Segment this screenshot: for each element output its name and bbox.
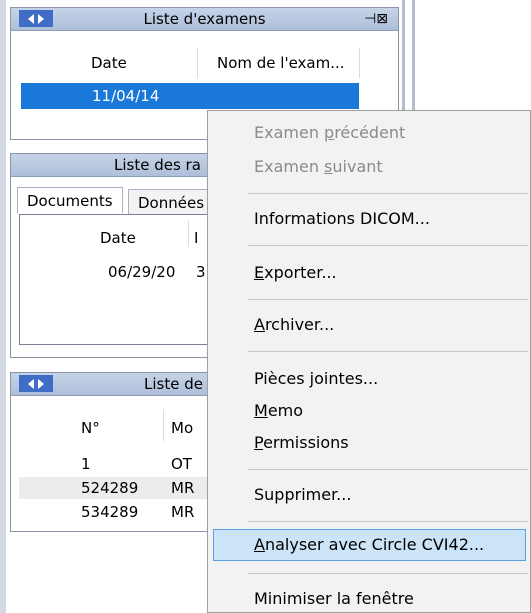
report-row-date[interactable]: 06/29/20: [108, 263, 175, 281]
menu-item-label: nalyser avec Circle CVI42...: [264, 535, 485, 554]
exam-list-title: Liste d'examens: [143, 10, 266, 28]
pin-icon[interactable]: ⊣⊠: [364, 8, 388, 30]
menu-item-next-exam[interactable]: Examen suivant: [254, 157, 383, 176]
menu-item-previous-exam[interactable]: Examen précédent: [254, 123, 405, 142]
menu-item-label: xporter...: [264, 263, 337, 282]
menu-item-minimize-window[interactable]: Minimiser la fenêtre: [254, 589, 414, 608]
menu-item-label: récédent: [334, 123, 406, 142]
col-header-date[interactable]: Date: [100, 229, 136, 247]
menu-item-memo[interactable]: Memo: [254, 401, 303, 420]
col-separator: [188, 221, 189, 247]
col-separator: [163, 409, 164, 441]
menu-item-archive[interactable]: Archiver...: [254, 315, 334, 334]
reports-panel: Liste des ra Documents Données Date I 06…: [10, 153, 221, 358]
menu-item-label: rchiver...: [264, 315, 335, 334]
col-header-modality[interactable]: Mo: [171, 419, 193, 437]
menu-separator: [248, 351, 528, 352]
menu-item-label: emo: [267, 401, 304, 420]
col-header-partial[interactable]: I: [194, 229, 198, 247]
frame-edge-left: [0, 0, 6, 613]
menu-item-attachments[interactable]: Pièces jointes...: [254, 369, 378, 388]
nav-arrows[interactable]: [19, 10, 53, 27]
frame-edge-right-2: [412, 0, 415, 110]
table-row[interactable]: 1 OT: [19, 453, 219, 475]
col-separator: [197, 48, 198, 78]
reports-list: Date I 06/29/20 3: [19, 214, 217, 345]
context-menu: Examen précédent Examen suivant Informat…: [207, 110, 531, 613]
series-modality: MR: [171, 503, 195, 521]
series-titlebar: Liste de: [11, 373, 219, 396]
menu-item-label: Examen: [254, 123, 325, 142]
reports-title: Liste des ra: [114, 156, 201, 174]
report-row-partial[interactable]: 3: [196, 263, 206, 281]
menu-item-mnemonic: p: [324, 123, 335, 142]
col-header-exam-name[interactable]: Nom de l'exam...: [217, 54, 345, 72]
menu-item-label: ermissions: [263, 433, 349, 452]
col-separator: [359, 48, 360, 78]
menu-separator: [248, 245, 528, 246]
menu-item-analyze-cvi42[interactable]: Analyser avec Circle CVI42...: [254, 535, 484, 554]
series-modality: MR: [171, 479, 195, 497]
tab-data-label: Données: [138, 194, 205, 212]
menu-item-mnemonic: M: [254, 401, 268, 420]
menu-item-mnemonic: P: [254, 433, 264, 452]
arrow-right-icon[interactable]: [38, 378, 44, 389]
menu-item-label: uivant: [332, 157, 383, 176]
menu-item-label: Examen: [254, 157, 325, 176]
series-list-panel: Liste de N° Mo 1 OT 524289 MR 534289 MR: [10, 372, 220, 532]
menu-separator: [248, 469, 528, 470]
col-header-number[interactable]: N°: [81, 419, 100, 437]
tab-documents-label: Documents: [27, 192, 113, 210]
series-modality: OT: [171, 455, 192, 473]
exam-row-date: 11/04/14: [92, 87, 160, 105]
col-header-date[interactable]: Date: [91, 54, 127, 72]
menu-item-dicom-info[interactable]: Informations DICOM...: [254, 209, 430, 228]
series-number: 524289: [81, 479, 139, 497]
exam-row-selected[interactable]: 11/04/14: [21, 83, 359, 109]
arrow-left-icon[interactable]: [28, 13, 34, 24]
menu-item-export[interactable]: Exporter...: [254, 263, 337, 282]
series-number: 534289: [81, 503, 139, 521]
menu-item-delete[interactable]: Supprimer...: [254, 485, 351, 504]
series-number: 1: [81, 455, 91, 473]
arrow-right-icon[interactable]: [38, 13, 44, 24]
menu-item-mnemonic: E: [254, 263, 265, 282]
exam-list-titlebar: Liste d'examens ⊣⊠: [11, 8, 398, 31]
menu-separator: [248, 193, 528, 194]
arrow-left-icon[interactable]: [28, 378, 34, 389]
menu-item-mnemonic: A: [254, 535, 265, 554]
menu-item-mnemonic: A: [254, 315, 265, 334]
menu-separator: [248, 521, 528, 522]
series-title: Liste de: [144, 375, 203, 393]
tab-documents[interactable]: Documents: [17, 187, 123, 213]
frame-edge-right: [402, 0, 405, 110]
table-row[interactable]: 534289 MR: [19, 501, 219, 523]
menu-item-permissions[interactable]: Permissions: [254, 433, 349, 452]
table-row[interactable]: 524289 MR: [19, 477, 219, 499]
menu-separator: [248, 573, 528, 574]
reports-titlebar: Liste des ra: [11, 154, 219, 177]
nav-arrows[interactable]: [19, 375, 53, 392]
menu-separator: [248, 299, 528, 300]
